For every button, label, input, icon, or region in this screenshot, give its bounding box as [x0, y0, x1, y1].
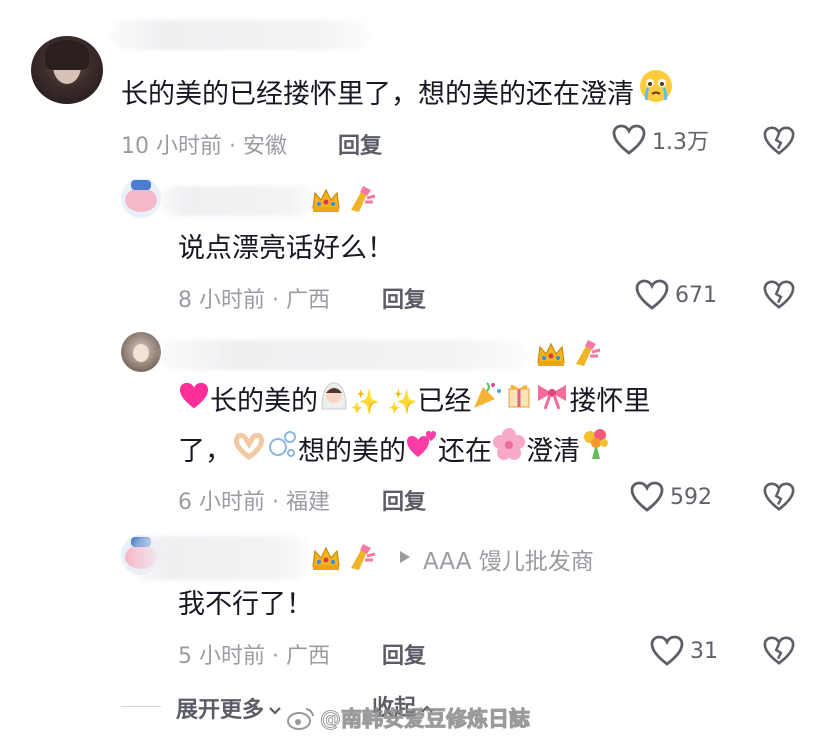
broken-heart-icon[interactable]: [763, 635, 795, 667]
avatar[interactable]: [121, 332, 161, 372]
broken-heart-icon[interactable]: [763, 125, 795, 157]
comment-3-meta: 6 小时前 · 福建: [178, 490, 330, 515]
nail-polish-emoji: [345, 182, 377, 218]
comment-3-line-1: 长的美的 ✨ ✨已经 搂怀里: [178, 375, 650, 430]
cherry-blossom-emoji: [492, 426, 526, 480]
heart-outline-icon: [635, 279, 669, 311]
weibo-logo-icon: [286, 705, 316, 731]
like-button[interactable]: 592: [630, 481, 712, 513]
comment-3-line-2: 了， 想的美的 还在 澄清: [178, 425, 612, 480]
comment-2-text: 说点漂亮话好么！: [178, 233, 394, 264]
reply-button[interactable]: 回复: [338, 128, 382, 160]
like-count: 592: [670, 484, 712, 510]
reply-to-username[interactable]: AAA 馒儿批发商: [423, 542, 594, 576]
username-redacted: [158, 186, 318, 216]
bouquet-emoji: [580, 426, 612, 480]
reply-button[interactable]: 回复: [382, 282, 426, 314]
divider-line: [121, 706, 161, 707]
watermark: @南韩安爱豆修炼日誌: [286, 703, 531, 733]
crying-face-emoji: [638, 68, 674, 123]
chevron-down-icon: [268, 706, 282, 716]
like-count: 671: [675, 282, 717, 308]
comment-1-text: 长的美的已经搂怀里了，想的美的还在澄清: [121, 79, 634, 110]
sparkles-emoji: ✨ ✨: [350, 388, 418, 416]
crown-emoji: [535, 340, 567, 372]
comment-4-meta: 5 小时前 · 广西: [178, 644, 330, 669]
reply-button[interactable]: 回复: [382, 484, 426, 516]
two-hearts-emoji: [406, 426, 438, 480]
username-redacted: [158, 340, 528, 370]
nail-polish-emoji: [345, 540, 377, 576]
nail-polish-emoji: [570, 336, 602, 372]
party-popper-emoji: [471, 376, 503, 430]
heart-outline-icon: [612, 124, 646, 156]
like-button[interactable]: 31: [650, 635, 718, 667]
avatar[interactable]: [121, 178, 161, 218]
comment-1-meta: 10 小时前 · 安徽: [121, 134, 287, 159]
comment-2-meta: 8 小时前 · 广西: [178, 288, 330, 313]
like-count: 31: [690, 638, 718, 664]
username-redacted: [110, 20, 370, 50]
username-redacted: [130, 536, 310, 580]
crown-emoji: [310, 186, 342, 218]
crown-emoji: [310, 544, 342, 576]
ribbon-gift-emoji: [503, 376, 535, 430]
expand-more-button[interactable]: 展开更多: [176, 692, 282, 724]
reply-button[interactable]: 回复: [382, 638, 426, 670]
reply-arrow-icon: [398, 549, 412, 569]
like-button[interactable]: 1.3万: [612, 124, 709, 156]
comment-text: 长的美的已经搂怀里了，想的美的还在澄清: [121, 68, 674, 123]
ribbon-emoji: [535, 376, 569, 430]
like-button[interactable]: 671: [635, 279, 717, 311]
broken-heart-icon[interactable]: [763, 279, 795, 311]
heart-hands-emoji: [232, 426, 266, 480]
avatar[interactable]: [31, 36, 103, 104]
bubbles-emoji: [266, 426, 298, 480]
heart-outline-icon: [630, 481, 664, 513]
bride-emoji: [318, 376, 350, 430]
like-count: 1.3万: [652, 130, 709, 155]
comment-4-text: 我不行了！: [178, 589, 313, 620]
broken-heart-icon[interactable]: [763, 481, 795, 513]
heart-outline-icon: [650, 635, 684, 667]
pink-heart-emoji: [178, 376, 210, 430]
